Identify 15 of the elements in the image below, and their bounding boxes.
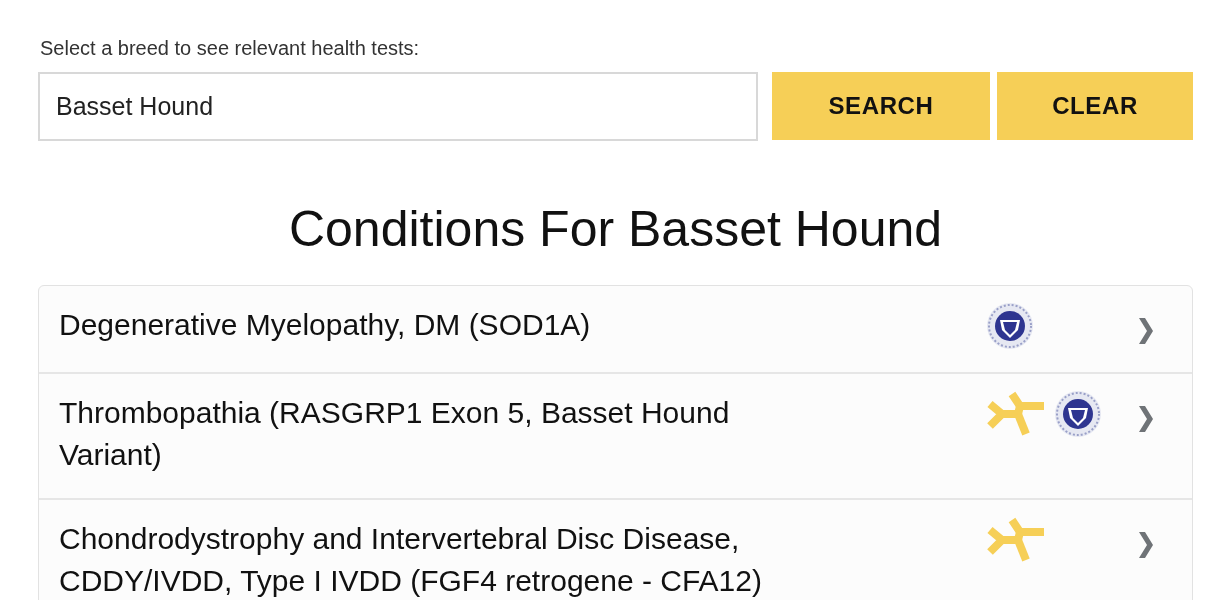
seal-icon [986,302,1034,350]
search-button[interactable]: SEARCH [772,72,990,140]
chevron-icon[interactable] [1136,404,1154,434]
clear-button[interactable]: CLEAR [997,72,1193,140]
condition-name: Degenerative Myelopathy, DM (SOD1A) [59,307,592,343]
antibody-icon [986,516,1046,564]
condition-name: Chondrodystrophy and Intervertebral Disc Disease, CDDY/IVDD, Type I IVDD (FGF4 retrogene - CFA12) [59,521,763,599]
seal-icon [1054,390,1102,438]
field-label: Select a breed to see relevant health tests: [40,36,421,61]
antibody-icon [986,390,1046,438]
condition-name: Thrombopathia (RASGRP1 Exon 5, Basset Hound Variant) [59,395,731,473]
chevron-icon[interactable] [1136,316,1154,346]
search-field[interactable]: Basset Hound [38,72,758,141]
page-heading: Conditions For Basset Hound [287,200,944,259]
chevron-icon[interactable] [1136,530,1154,560]
